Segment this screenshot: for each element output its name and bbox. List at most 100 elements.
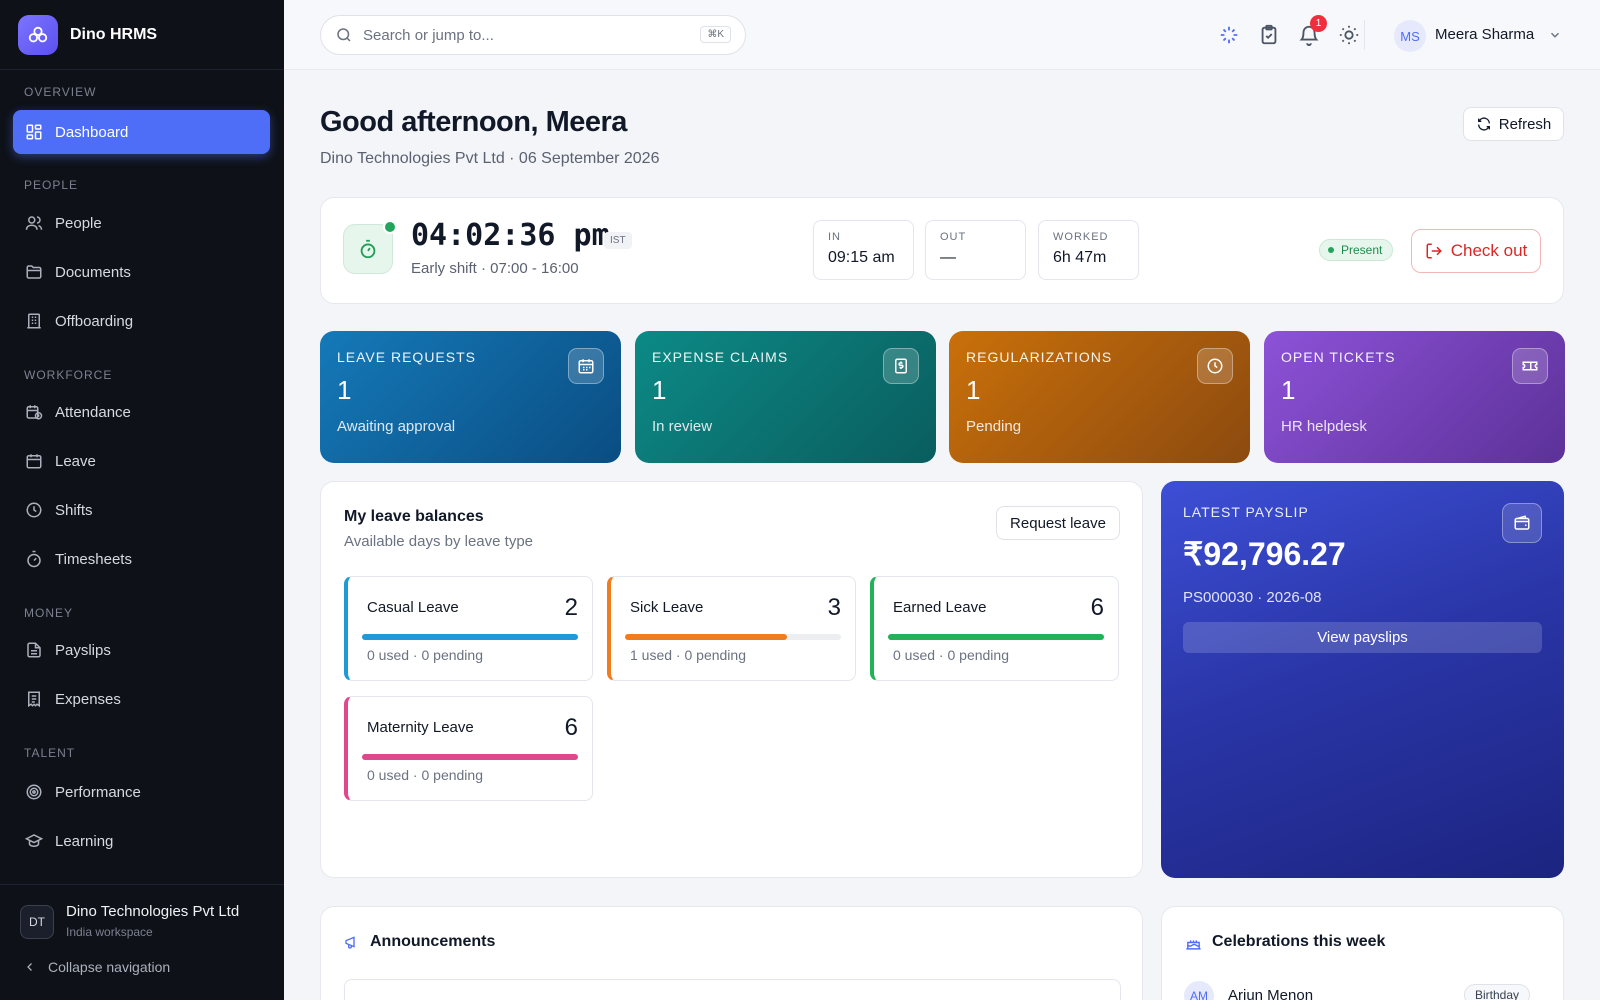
leave-type-name: Maternity Leave: [367, 719, 474, 736]
topbar: ⌘K 1 MS Meera Sharma: [284, 0, 1600, 70]
celebration-type-badge: Birthday: [1464, 984, 1531, 1000]
sidebar-item-leave[interactable]: Leave: [13, 439, 270, 483]
graduation-cap-icon: [25, 834, 43, 848]
timer-icon: [27, 550, 41, 568]
tile-title: LEAVE REQUESTS: [337, 349, 477, 365]
sidebar-item-label: Dashboard: [55, 123, 129, 141]
leave-progress-fill: [625, 634, 787, 640]
status-dot: [1328, 247, 1334, 253]
tile-subtitle: Pending: [966, 418, 1022, 435]
sidebar-item-people[interactable]: People: [13, 201, 270, 245]
nav-section-money: MONEY: [24, 606, 74, 620]
search-box[interactable]: ⌘K: [320, 15, 746, 55]
chevron-down-icon[interactable]: [1548, 28, 1562, 42]
sparkles-icon[interactable]: [1218, 24, 1240, 46]
org-name: Dino Technologies Pvt Ltd: [66, 903, 240, 920]
notification-badge: 1: [1310, 15, 1327, 32]
user-avatar[interactable]: MS: [1394, 20, 1426, 52]
brand[interactable]: Dino HRMS: [0, 0, 284, 70]
leave-progress-track: [625, 634, 841, 640]
calendar-icon: [26, 454, 42, 469]
tile-leave-requests[interactable]: LEAVE REQUESTS 1 Awaiting approval: [320, 331, 621, 463]
section-title: Celebrations this week: [1212, 933, 1386, 950]
leave-usage: 0 used · 0 pending: [367, 647, 483, 663]
org-avatar[interactable]: DT: [20, 905, 54, 939]
tile-count: 1: [966, 375, 981, 405]
sidebar-item-label: Shifts: [55, 501, 93, 519]
announcement-item[interactable]: [344, 979, 1121, 1000]
sidebar-item-documents[interactable]: Documents: [13, 250, 270, 294]
sidebar-item-label: Documents: [55, 263, 131, 281]
shift-info: Early shift · 07:00 - 16:00: [411, 260, 579, 277]
sidebar-item-expenses[interactable]: Expenses: [13, 677, 270, 721]
stat-value: 09:15 am: [828, 249, 895, 266]
building-icon: [27, 313, 41, 329]
tile-open-tickets[interactable]: OPEN TICKETS 1 HR helpdesk: [1264, 331, 1565, 463]
target-icon: [26, 784, 42, 800]
sidebar-item-payslips[interactable]: Payslips: [13, 628, 270, 672]
user-name[interactable]: Meera Sharma: [1435, 26, 1534, 43]
sidebar-item-label: Leave: [55, 452, 96, 470]
leave-balance-maternity[interactable]: Maternity Leave 6 0 used · 0 pending: [344, 696, 593, 801]
calendar-clock-icon: [26, 405, 43, 420]
leave-progress-track: [362, 754, 578, 760]
sidebar-item-dashboard[interactable]: Dashboard: [13, 110, 270, 154]
payslip-label: LATEST PAYSLIP: [1183, 504, 1309, 520]
sidebar-item-label: Expenses: [55, 690, 121, 708]
section-title: My leave balances: [344, 508, 484, 525]
stat-out: OUT —: [925, 220, 1026, 280]
tile-subtitle: Awaiting approval: [337, 418, 456, 435]
leave-balance-casual[interactable]: Casual Leave 2 0 used · 0 pending: [344, 576, 593, 681]
refresh-button[interactable]: Refresh: [1463, 107, 1564, 141]
nav-section-talent: TALENT: [24, 746, 76, 760]
page-title: Good afternoon, Meera: [320, 106, 627, 138]
tile-expense-claims[interactable]: EXPENSE CLAIMS 1 In review: [635, 331, 936, 463]
check-out-button[interactable]: Check out: [1411, 229, 1541, 273]
wallet-icon: [1502, 503, 1542, 543]
tile-regularizations[interactable]: REGULARIZATIONS 1 Pending: [949, 331, 1250, 463]
search-input[interactable]: [363, 26, 673, 44]
avatar: AM: [1184, 981, 1214, 1000]
org-workspace: India workspace: [66, 925, 153, 939]
latest-payslip-card: LATEST PAYSLIP ₹92,796.27 PS000030 · 202…: [1161, 481, 1564, 878]
collapse-navigation-button[interactable]: Collapse navigation: [24, 959, 170, 975]
leave-usage: 0 used · 0 pending: [367, 767, 483, 783]
request-leave-button[interactable]: Request leave: [996, 506, 1120, 540]
sidebar-item-learning[interactable]: Learning: [13, 819, 270, 863]
leave-progress-fill: [362, 634, 578, 640]
stat-worked: WORKED 6h 47m: [1038, 220, 1139, 280]
sidebar-item-label: People: [55, 214, 102, 232]
status-badge: Present: [1319, 239, 1394, 261]
announcements-title: Announcements: [344, 933, 495, 951]
sidebar-item-timesheets[interactable]: Timesheets: [13, 537, 270, 581]
celebration-person[interactable]: Arjun Menon: [1228, 987, 1313, 1000]
nav-section-workforce: WORKFORCE: [24, 368, 113, 382]
clipboard-icon[interactable]: [1258, 24, 1280, 46]
view-payslips-button[interactable]: View payslips: [1183, 622, 1542, 653]
search-icon: [337, 28, 351, 42]
leave-progress-fill: [362, 754, 578, 760]
sidebar-item-performance[interactable]: Performance: [13, 770, 270, 814]
app-name: Dino HRMS: [70, 25, 158, 43]
tile-title: EXPENSE CLAIMS: [652, 349, 789, 365]
cake-icon: [1186, 939, 1201, 950]
folder-icon: [26, 265, 42, 279]
calendar-icon: [568, 348, 604, 384]
leave-balance-earned[interactable]: Earned Leave 6 0 used · 0 pending: [870, 576, 1119, 681]
nav-section-overview: OVERVIEW: [24, 85, 97, 99]
tile-title: OPEN TICKETS: [1281, 349, 1396, 365]
refresh-label: Refresh: [1498, 115, 1552, 133]
sidebar-item-shifts[interactable]: Shifts: [13, 488, 270, 532]
leave-balance-sick[interactable]: Sick Leave 3 1 used · 0 pending: [607, 576, 856, 681]
sidebar-item-attendance[interactable]: Attendance: [13, 390, 270, 434]
stat-label: IN: [828, 231, 841, 243]
sidebar-item-label: Payslips: [55, 641, 111, 659]
sun-icon[interactable]: [1338, 24, 1360, 46]
megaphone-icon: [345, 936, 355, 949]
nav-section-people: PEOPLE: [24, 178, 79, 192]
announcements-card: Announcements: [320, 906, 1143, 1000]
timezone-badge: IST: [604, 232, 632, 249]
leave-available: 2: [564, 594, 578, 621]
sidebar-item-offboarding[interactable]: Offboarding: [13, 299, 270, 343]
page-subtitle: Dino Technologies Pvt Ltd · 06 September…: [320, 150, 660, 167]
